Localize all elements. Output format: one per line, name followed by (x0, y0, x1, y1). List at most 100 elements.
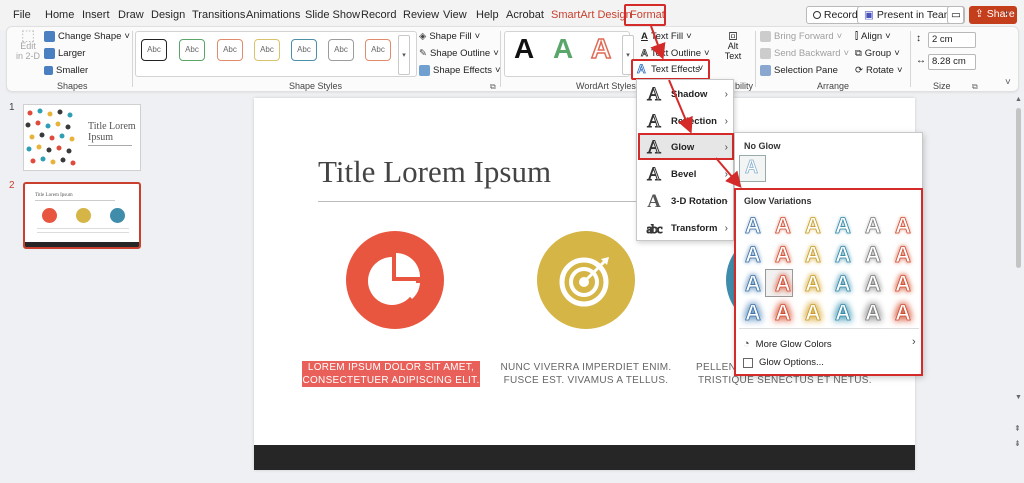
height-icon: ↕ (916, 33, 921, 44)
height-input[interactable]: 2 cm (928, 32, 976, 48)
scroll-down-icon[interactable]: ▼ (1015, 394, 1022, 401)
menu-item-bevel[interactable]: A Bevel › (637, 161, 733, 188)
shape-style-2[interactable]: Abc (179, 39, 205, 61)
change-shape-button[interactable]: Change Shape ˅ (44, 31, 130, 42)
slide-title[interactable]: Title Lorem Ipsum (318, 154, 551, 190)
comment-icon: ▭ (951, 9, 961, 21)
rotate-button[interactable]: ⟳ Rotate ˅ (855, 65, 903, 76)
text-outline-button[interactable]: A Text Outline ˅ (641, 48, 710, 60)
shape-styles-more-button[interactable]: ▾ (398, 35, 410, 75)
tab-help[interactable]: Help (476, 9, 499, 21)
page-up-icon[interactable]: ⇞ (1014, 424, 1021, 433)
menu-item-reflection[interactable]: A Reflection › (637, 108, 733, 135)
larger-button[interactable]: Larger (44, 48, 85, 59)
scroll-up-icon[interactable]: ▲ (1015, 96, 1022, 103)
tab-record[interactable]: Record (361, 9, 396, 21)
circle-red[interactable] (346, 231, 444, 329)
tab-draw[interactable]: Draw (118, 9, 144, 21)
slide-number: 2 (9, 180, 15, 191)
tab-slide-show[interactable]: Slide Show (305, 9, 360, 21)
wordart-style-2[interactable]: A (553, 33, 573, 65)
text-effects-button[interactable]: A Text Effects ˅ (631, 59, 710, 80)
chevron-right-icon: › (724, 142, 728, 153)
dropdown-arrow-icon: ˅ (493, 48, 499, 59)
tab-home[interactable]: Home (45, 9, 74, 21)
shape-style-7[interactable]: Abc (365, 39, 391, 61)
tab-acrobat[interactable]: Acrobat (506, 9, 544, 21)
text-outline-icon: A (641, 48, 649, 60)
selection-pane-button[interactable]: Selection Pane (760, 65, 838, 76)
caption-2[interactable]: NUNC VIVERRA IMPERDIET ENIM. FUSCE EST. … (491, 361, 681, 387)
slide-number: 1 (9, 102, 15, 113)
align-icon: ⫿ (855, 31, 859, 42)
chevron-right-icon: › (724, 116, 728, 127)
record-icon (813, 11, 821, 19)
scroll-thumb[interactable] (1016, 108, 1021, 268)
format-tab-highlight (624, 4, 666, 26)
group-button[interactable]: ⧉ Group ˅ (855, 48, 900, 59)
comments-button[interactable]: ▭ (947, 6, 964, 24)
edit-in-2d-button: ⬚ Edit in 2-D (13, 28, 43, 61)
slide-thumbnail-2[interactable]: Title Lorem Ipsum (23, 182, 141, 249)
no-glow-option[interactable]: A (739, 155, 766, 182)
dropdown-arrow-icon: ˅ (474, 31, 481, 42)
send-backward-icon (760, 48, 771, 59)
shape-style-1[interactable]: Abc (141, 39, 167, 61)
glow-variations-callout (734, 188, 923, 376)
shape-outline-button[interactable]: ✎ Shape Outline ˅ (419, 48, 499, 59)
bring-forward-icon (760, 31, 771, 42)
no-glow-icon: A (745, 157, 759, 178)
transform-icon: abc (646, 220, 663, 236)
caption-1[interactable]: LOREM IPSUM DOLOR SIT AMET, CONSECTETUER… (302, 361, 480, 387)
thumbnail-caption-lines (37, 228, 129, 233)
shape-fill-button[interactable]: ◈ Shape Fill ˅ (419, 31, 480, 42)
width-input[interactable]: 8.28 cm (928, 54, 976, 70)
tab-view[interactable]: View (443, 9, 467, 21)
tab-insert[interactable]: Insert (82, 9, 110, 21)
menu-item-glow[interactable]: A Glow › (637, 134, 733, 161)
page-down-icon[interactable]: ⇟ (1014, 439, 1021, 448)
circle-gold[interactable] (537, 231, 635, 329)
smaller-icon (44, 66, 53, 75)
menu-item-transform[interactable]: abc Transform › (637, 215, 733, 242)
align-button[interactable]: ⫿ Align ˅ (855, 31, 891, 42)
slide-thumbnail-1[interactable]: Title Lorem Ipsum (23, 104, 141, 171)
menu-item-3d-rotation[interactable]: A 3-D Rotation › (637, 188, 733, 215)
alt-text-button[interactable]: ⧈ Alt Text (720, 28, 746, 61)
glow-icon: A (647, 136, 662, 158)
share-button[interactable]: ⇪ Share (969, 6, 1017, 24)
tab-smartart-design[interactable]: SmartArt Design (551, 9, 632, 21)
ribbon-separator (500, 31, 501, 87)
tab-design[interactable]: Design (151, 9, 185, 21)
bevel-icon: A (647, 163, 662, 185)
wordart-style-3[interactable]: A (590, 32, 612, 65)
size-dialog-launcher-icon[interactable]: ⧉ (972, 82, 978, 92)
shape-style-3[interactable]: Abc (217, 39, 243, 61)
tab-transitions[interactable]: Transitions (192, 9, 245, 21)
send-backward-button[interactable]: Send Backward ˅ (760, 48, 849, 59)
chevron-right-icon: › (724, 223, 728, 234)
group-label-arrange: Arrange (817, 81, 850, 91)
bring-forward-button[interactable]: Bring Forward ˅ (760, 31, 842, 42)
smaller-button[interactable]: Smaller (44, 65, 88, 76)
slide-footer-bar (254, 445, 915, 470)
text-fill-button[interactable]: A Text Fill ˅ (641, 31, 692, 42)
tab-file[interactable]: File (13, 9, 31, 21)
collapse-chevron-icon[interactable]: ˅ (1004, 8, 1009, 18)
shape-style-4[interactable]: Abc (254, 39, 280, 61)
teams-icon: ▣ (864, 9, 874, 21)
tab-review[interactable]: Review (403, 9, 439, 21)
ribbon-collapse-icon[interactable]: ˅ (1005, 77, 1011, 88)
shape-style-6[interactable]: Abc (328, 39, 354, 61)
record-button[interactable]: Record (806, 6, 865, 24)
dialog-launcher-icon[interactable]: ⧉ (490, 82, 496, 92)
shape-style-5[interactable]: Abc (291, 39, 317, 61)
vertical-scrollbar[interactable]: ▲ ▼ ⇞ ⇟ (1013, 94, 1024, 483)
shape-effects-button[interactable]: Shape Effects ˅ (419, 65, 501, 76)
thumbnail-circle-gold (76, 208, 91, 223)
menu-item-shadow[interactable]: A Shadow › (637, 81, 733, 108)
dropdown-arrow-icon: ˅ (885, 31, 891, 42)
target-icon (559, 257, 609, 307)
tab-animations[interactable]: Animations (246, 9, 300, 21)
wordart-style-1[interactable]: A (514, 33, 534, 65)
